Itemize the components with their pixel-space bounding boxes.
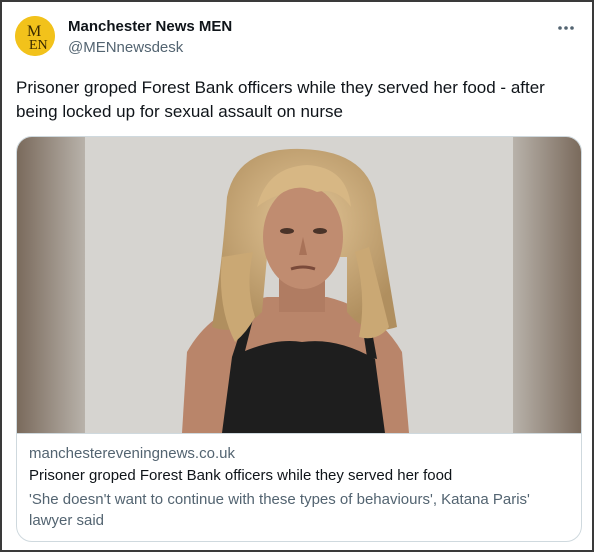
author-handle[interactable]: @MENnewsdesk <box>68 38 232 58</box>
svg-text:EN: EN <box>29 38 48 53</box>
tweet-card: M EN Manchester News MEN @MENnewsdesk Pr… <box>0 0 594 552</box>
mugshot-photo <box>17 137 581 433</box>
link-card[interactable]: manchestereveningnews.co.uk Prisoner gro… <box>16 136 582 542</box>
card-description: 'She doesn't want to continue with these… <box>29 491 530 529</box>
author-names: Manchester News MEN @MENnewsdesk <box>68 17 232 58</box>
card-meta[interactable]: manchestereveningnews.co.uk Prisoner gro… <box>17 433 581 541</box>
more-options-button[interactable] <box>554 16 578 40</box>
avatar[interactable]: M EN <box>15 16 55 56</box>
author-display-name[interactable]: Manchester News MEN <box>68 17 232 37</box>
card-domain: manchestereveningnews.co.uk <box>29 445 235 462</box>
tweet-text: Prisoner groped Forest Bank officers whi… <box>16 78 545 121</box>
card-title: Prisoner groped Forest Bank officers whi… <box>29 467 453 484</box>
ellipsis-icon <box>558 26 574 30</box>
card-image[interactable] <box>17 137 581 433</box>
men-logo-icon: M EN <box>15 16 55 56</box>
